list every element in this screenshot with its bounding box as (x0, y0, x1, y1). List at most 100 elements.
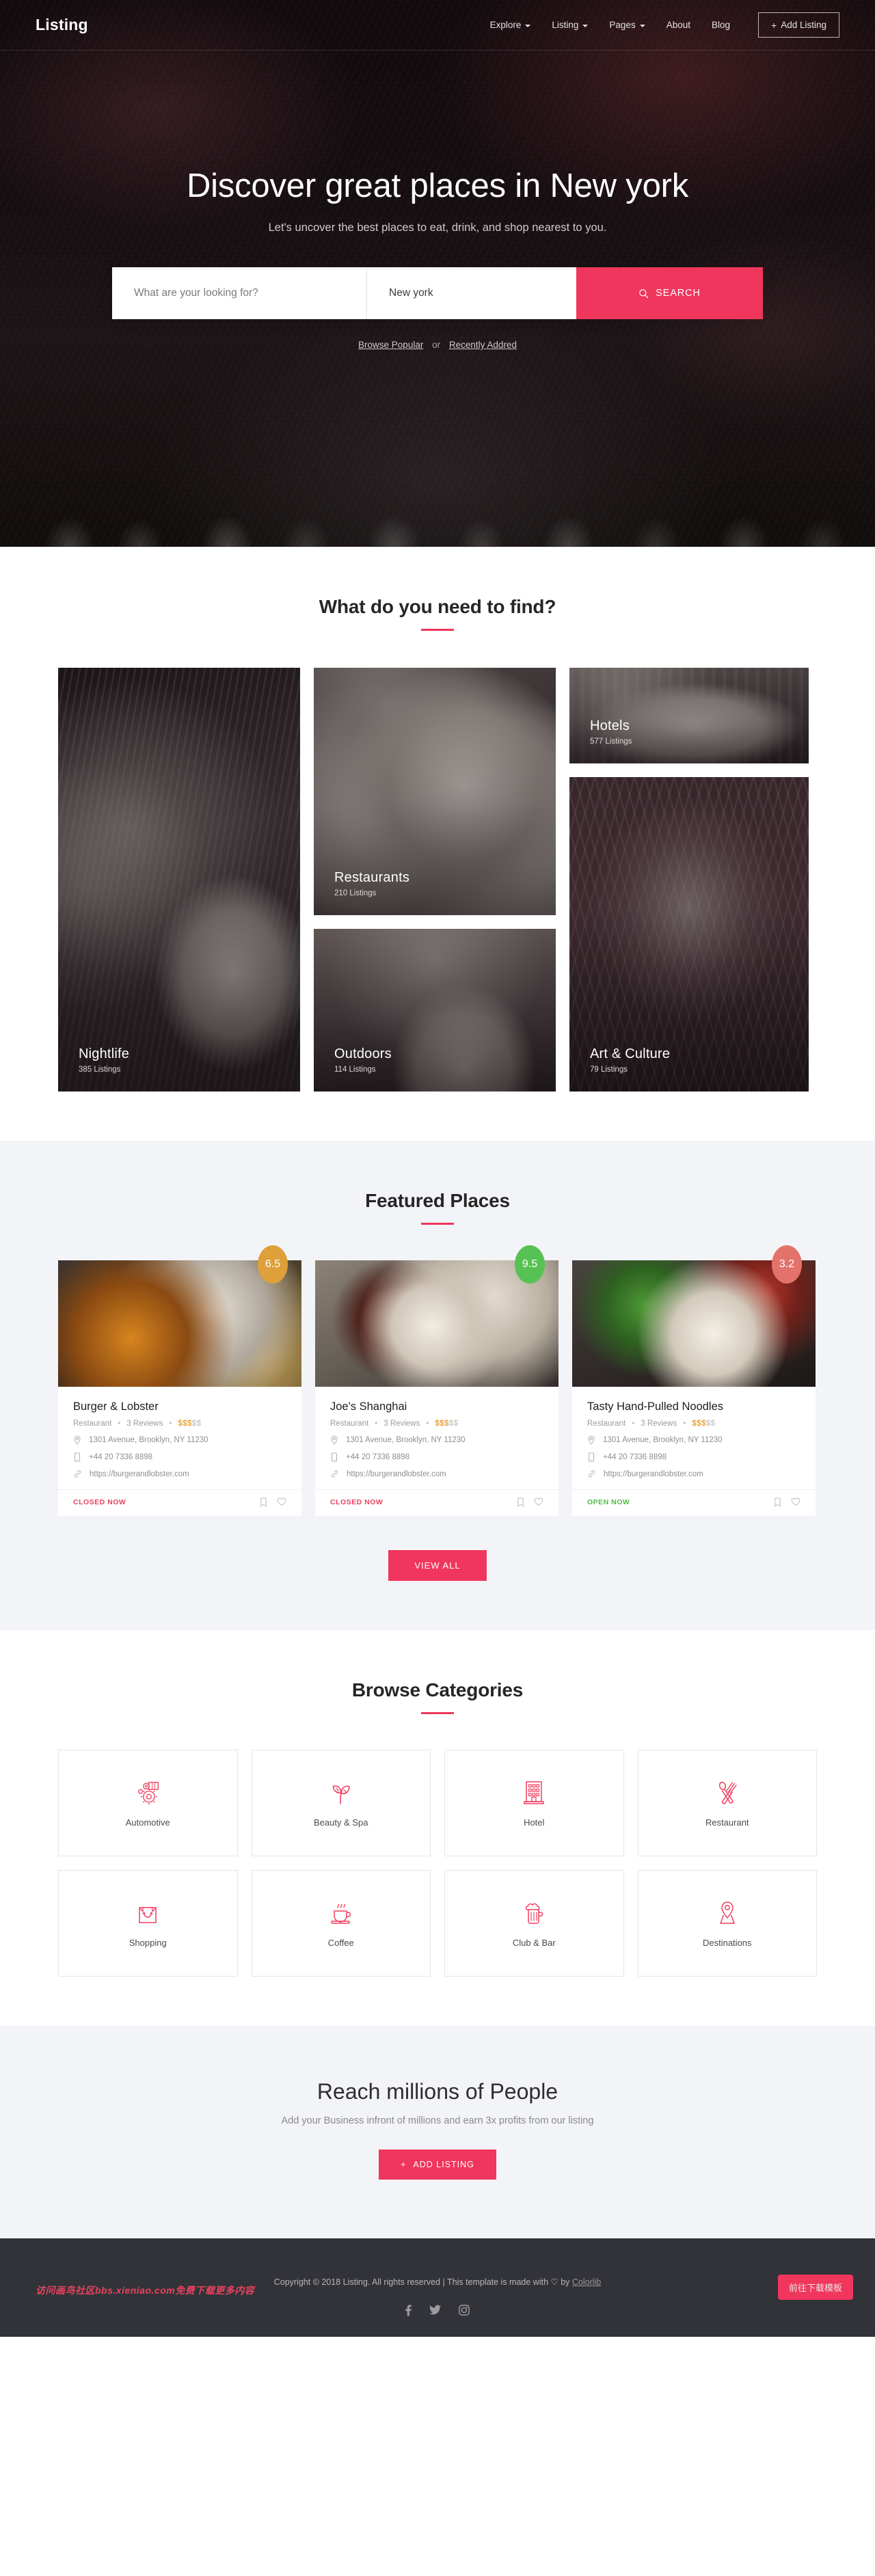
heart-icon[interactable] (534, 1497, 543, 1506)
cta-subtitle: Add your Business infront of millions an… (281, 2115, 594, 2126)
category-card-hotels[interactable]: Hotels 577 Listings (569, 668, 809, 763)
place-website[interactable]: https://burgerandlobster.com (347, 1470, 446, 1478)
place-address: 1301 Avenue, Brooklyn, NY 11230 (89, 1436, 208, 1444)
category-card-restaurants[interactable]: Restaurants 210 Listings (314, 668, 556, 915)
place-reviews: 3 Reviews (641, 1420, 677, 1428)
category-count: 114 Listings (334, 1066, 376, 1074)
price-level: $$$$$ (435, 1420, 458, 1428)
place-website[interactable]: https://burgerandlobster.com (604, 1470, 703, 1478)
leaf-plant-icon (332, 1785, 350, 1804)
chevron-down-icon (525, 24, 531, 27)
twitter-icon[interactable] (429, 2305, 441, 2315)
nav-label: Pages (609, 20, 636, 30)
copyright-by: by (558, 2277, 572, 2287)
top-navigation-bar: Listing Explore Listing Pages About Blog… (0, 0, 875, 51)
browse-popular-link[interactable]: Browse Popular (358, 340, 423, 350)
phone-icon (75, 1452, 80, 1462)
category-tile-automotive[interactable]: Automotive (58, 1750, 238, 1856)
place-address-row: 1301 Avenue, Brooklyn, NY 11230 (330, 1435, 543, 1445)
add-listing-button[interactable]: + Add Listing (758, 12, 839, 38)
category-caption: Art & Culture 79 Listings (590, 1046, 670, 1074)
nav-item-about[interactable]: About (667, 20, 690, 30)
search-icon (639, 288, 649, 298)
building-icon (524, 1780, 544, 1804)
heart-icon[interactable] (277, 1497, 286, 1506)
category-tile-destinations[interactable]: Destinations (637, 1870, 817, 1977)
place-website[interactable]: https://burgerandlobster.com (90, 1470, 189, 1478)
heart-icon: ♡ (550, 2277, 558, 2287)
meta-separator: • (683, 1420, 686, 1428)
photo-gradient-overlay (58, 668, 300, 1092)
place-card[interactable]: 9.5 Joe's Shanghai Restaurant • 3 Review… (315, 1245, 558, 1516)
category-tile-label: Shopping (129, 1937, 167, 1948)
category-caption: Outdoors 114 Listings (334, 1046, 392, 1074)
category-card-nightlife[interactable]: Nightlife 385 Listings (58, 668, 300, 1092)
place-card[interactable]: 6.5 Burger & Lobster Restaurant • 3 Revi… (58, 1245, 301, 1516)
place-card[interactable]: 3.2 Tasty Hand-Pulled Noodles Restaurant… (572, 1245, 816, 1516)
bookmark-icon[interactable] (517, 1497, 524, 1507)
category-tile-label: Coffee (327, 1937, 354, 1948)
map-pin-icon (74, 1435, 81, 1445)
price-empty: $$ (705, 1420, 716, 1428)
facebook-icon[interactable] (405, 2305, 412, 2316)
meta-separator: • (375, 1420, 378, 1428)
find-section: What do you need to find? Nightlife 385 … (0, 547, 875, 1141)
status-badge: CLOSED NOW (330, 1498, 383, 1506)
place-reviews: 3 Reviews (383, 1420, 420, 1428)
place-website-row: https://burgerandlobster.com (73, 1469, 286, 1478)
search-location-input[interactable] (367, 267, 576, 319)
place-name: Burger & Lobster (73, 1400, 159, 1413)
place-meta: Restaurant • 3 Reviews • $$$$$ (330, 1420, 543, 1428)
place-phone-row: +44 20 7336 8898 (330, 1452, 543, 1462)
category-tile-beauty-spa[interactable]: Beauty & Spa (251, 1750, 431, 1856)
link-icon (74, 1470, 81, 1478)
place-address: 1301 Avenue, Brooklyn, NY 11230 (346, 1436, 466, 1444)
category-tile-label: Beauty & Spa (314, 1817, 368, 1828)
place-phone-row: +44 20 7336 8898 (587, 1452, 800, 1462)
category-card-art-culture[interactable]: Art & Culture 79 Listings (569, 777, 809, 1092)
nav-item-listing[interactable]: Listing (552, 20, 589, 30)
nav-item-explore[interactable]: Explore (490, 20, 531, 30)
search-button[interactable]: SEARCH (576, 267, 763, 319)
place-phone: +44 20 7336 8898 (603, 1453, 667, 1461)
category-card-outdoors[interactable]: Outdoors 114 Listings (314, 929, 556, 1092)
place-category: Restaurant (73, 1420, 112, 1428)
plus-icon: + (401, 2160, 407, 2169)
nav-item-pages[interactable]: Pages (609, 20, 645, 30)
category-tile-hotel[interactable]: Hotel (444, 1750, 624, 1856)
recently-added-link[interactable]: Recently Addred (449, 340, 517, 350)
category-masonry-grid: Nightlife 385 Listings Restaurants 210 L… (58, 668, 817, 1092)
site-logo[interactable]: Listing (36, 16, 88, 34)
category-caption: Nightlife 385 Listings (79, 1046, 129, 1074)
browse-categories-grid: Automotive Beauty & Spa Hotel Restaurant… (58, 1750, 817, 1977)
place-name: Tasty Hand-Pulled Noodles (587, 1400, 724, 1413)
place-phone-row: +44 20 7336 8898 (73, 1452, 286, 1462)
instagram-icon[interactable] (459, 2305, 470, 2316)
coffee-cup-icon (331, 1903, 351, 1924)
section-underline (421, 1712, 454, 1714)
category-tile-club-bar[interactable]: Club & Bar (444, 1870, 624, 1977)
view-all-button[interactable]: VIEW ALL (388, 1550, 487, 1581)
category-tile-restaurant[interactable]: Restaurant (637, 1750, 817, 1856)
automotive-gear-icon (138, 1781, 159, 1805)
hero-search-bar: SEARCH (112, 267, 763, 319)
category-tile-shopping[interactable]: Shopping (58, 1870, 238, 1977)
search-query-input[interactable] (112, 267, 366, 319)
nav-item-blog[interactable]: Blog (712, 20, 730, 30)
nav-label: Explore (489, 20, 522, 30)
category-count: 385 Listings (79, 1066, 121, 1074)
heart-icon[interactable] (791, 1497, 800, 1506)
meta-separator: • (118, 1420, 121, 1428)
place-actions (260, 1497, 286, 1507)
category-tile-coffee[interactable]: Coffee (251, 1870, 431, 1977)
find-section-title: What do you need to find? (319, 596, 556, 617)
colorlib-link[interactable]: Colorlib (572, 2277, 601, 2287)
cta-add-listing-button[interactable]: + ADD LISTING (379, 2150, 496, 2180)
bookmark-icon[interactable] (260, 1497, 267, 1507)
download-template-button[interactable]: 前往下载模板 (777, 2275, 853, 2300)
rating-badge: 9.5 (515, 1245, 545, 1284)
shopping-bag-icon (139, 1906, 157, 1923)
bookmark-icon[interactable] (774, 1497, 781, 1507)
place-website-row: https://burgerandlobster.com (587, 1469, 800, 1478)
link-icon (588, 1470, 595, 1478)
